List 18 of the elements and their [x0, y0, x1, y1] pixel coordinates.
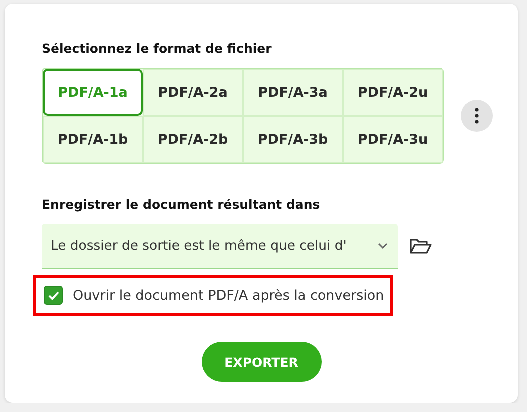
format-option[interactable]: PDF/A-2u [343, 69, 443, 116]
folder-select[interactable]: Le dossier de sortie est le même que celui d' [42, 224, 398, 269]
section-title: Enregistrer le document résultant dans [42, 197, 322, 212]
checkbox[interactable] [44, 286, 63, 305]
format-option[interactable]: PDF/A-1b [43, 116, 143, 163]
format-option[interactable]: PDF/A-1a [43, 69, 143, 116]
format-option[interactable]: PDF/A-2b [143, 116, 243, 163]
more-button[interactable] [461, 100, 493, 132]
format-option[interactable]: PDF/A-2a [143, 69, 243, 116]
format-option[interactable]: PDF/A-3b [243, 116, 343, 163]
format-option[interactable]: PDF/A-3a [243, 69, 343, 116]
folder-icon[interactable] [410, 238, 432, 255]
chevron-down-icon [378, 243, 388, 249]
check-icon [48, 290, 60, 300]
format-option[interactable]: PDF/A-3u [343, 116, 443, 163]
checkbox-label: Ouvrir le document PDF/A après la conversion [73, 288, 384, 304]
more-icon [475, 108, 479, 124]
section-title: Sélectionnez le format de fichier [42, 41, 273, 56]
